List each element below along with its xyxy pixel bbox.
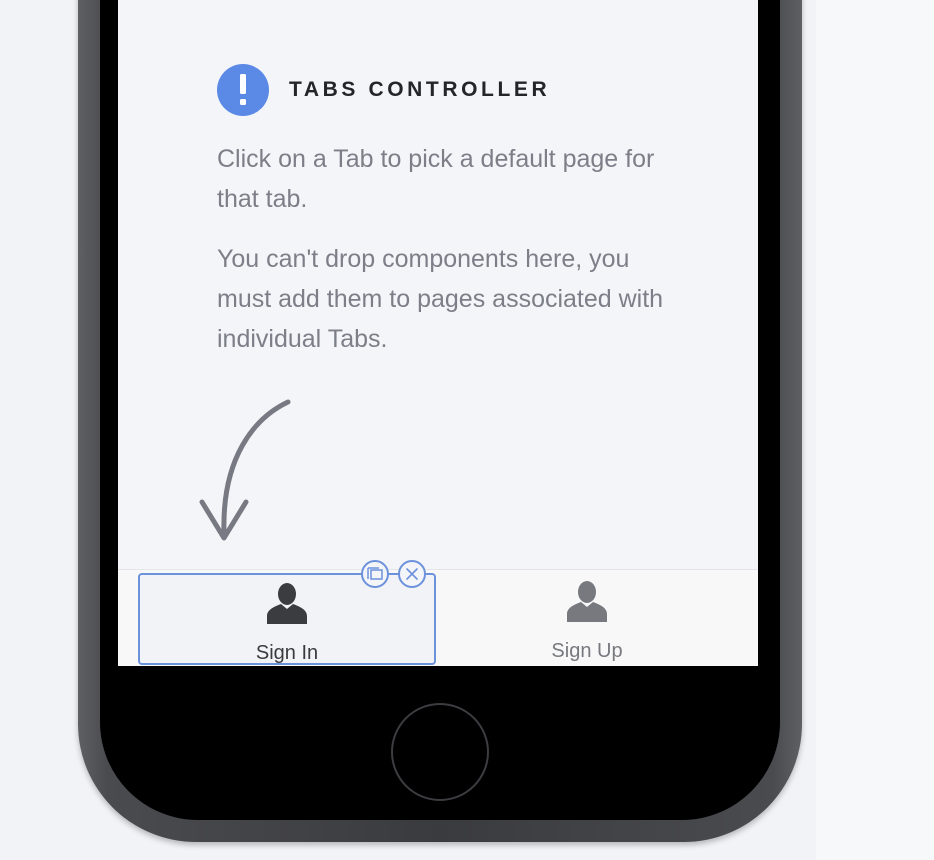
remove-tab-button[interactable] <box>398 560 426 588</box>
user-icon <box>267 583 307 624</box>
panel-header: TABS CONTROLLER <box>217 64 550 116</box>
close-icon <box>406 568 418 580</box>
duplicate-tab-button[interactable] <box>361 560 389 588</box>
exclamation-icon <box>217 64 269 116</box>
tab-label: Sign In <box>255 642 319 664</box>
tab-sign-in[interactable]: Sign In <box>138 573 436 665</box>
tab-sign-up[interactable]: Sign Up <box>438 573 736 665</box>
home-button[interactable] <box>391 703 489 801</box>
tab-label: Sign Up <box>551 640 623 662</box>
phone-screen: TABS CONTROLLER Click on a Tab to pick a… <box>118 0 758 666</box>
curved-arrow-icon <box>199 399 291 541</box>
user-icon <box>567 581 607 622</box>
page-background <box>816 0 934 860</box>
panel-title: TABS CONTROLLER <box>289 78 551 101</box>
instruction-text: Click on a Tab to pick a default page fo… <box>217 145 655 213</box>
tab-bar: Sign In Sign Up <box>118 569 758 666</box>
warning-text: You can't drop components here, you must… <box>217 245 664 353</box>
duplicate-icon <box>367 567 383 580</box>
